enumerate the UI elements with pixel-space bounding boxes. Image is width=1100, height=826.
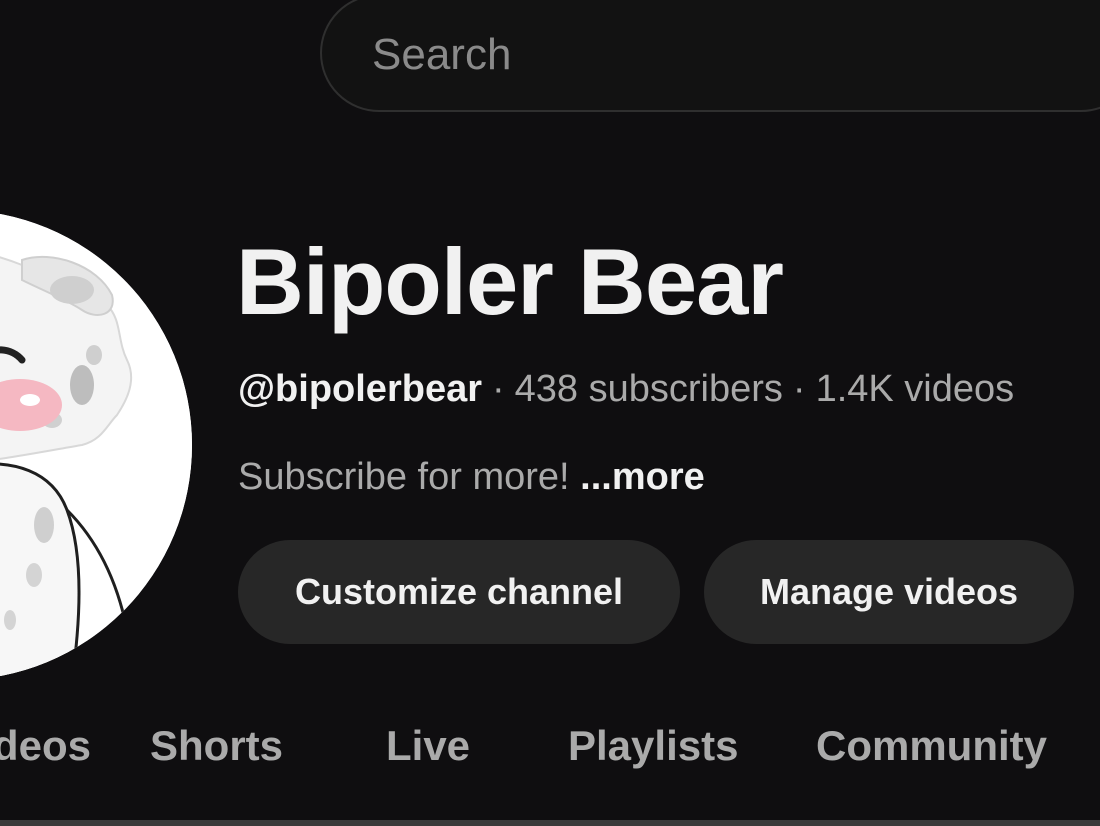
- more-link[interactable]: ...more: [580, 456, 705, 498]
- channel-page: Bipoler Bear @bipolerbear·438 subscriber…: [0, 0, 1100, 826]
- channel-name: Bipoler Bear: [236, 229, 784, 334]
- customize-channel-button[interactable]: Customize channel: [238, 540, 680, 644]
- tab-live[interactable]: Live: [386, 722, 470, 770]
- channel-meta: @bipolerbear · 438 subscribers · 1.4K videos: [238, 368, 1014, 411]
- subscriber-count: 438 subscribers: [514, 368, 783, 410]
- tab-shorts[interactable]: Shorts: [150, 722, 283, 770]
- search-box[interactable]: [320, 0, 1100, 112]
- tabs-divider: [0, 820, 1100, 826]
- search-input[interactable]: [370, 24, 974, 86]
- tab-community[interactable]: Community: [816, 722, 1047, 770]
- meta-separator: ·: [492, 368, 505, 410]
- tab-playlists[interactable]: Playlists: [568, 722, 738, 770]
- manage-videos-button[interactable]: Manage videos: [704, 540, 1074, 644]
- channel-avatar[interactable]: [0, 210, 192, 680]
- video-count: 1.4K videos: [815, 368, 1015, 410]
- channel-tabs: Videos Shorts Live Playlists Community: [0, 722, 1100, 792]
- channel-handle: @bipolerbear: [238, 368, 482, 410]
- bear-avatar-illustration: [0, 210, 192, 680]
- meta-separator: ·: [792, 368, 806, 410]
- description-text: Subscribe for more!: [238, 456, 570, 498]
- tab-videos[interactable]: Videos: [0, 722, 91, 770]
- channel-description: Subscribe for more! ...more: [238, 456, 705, 499]
